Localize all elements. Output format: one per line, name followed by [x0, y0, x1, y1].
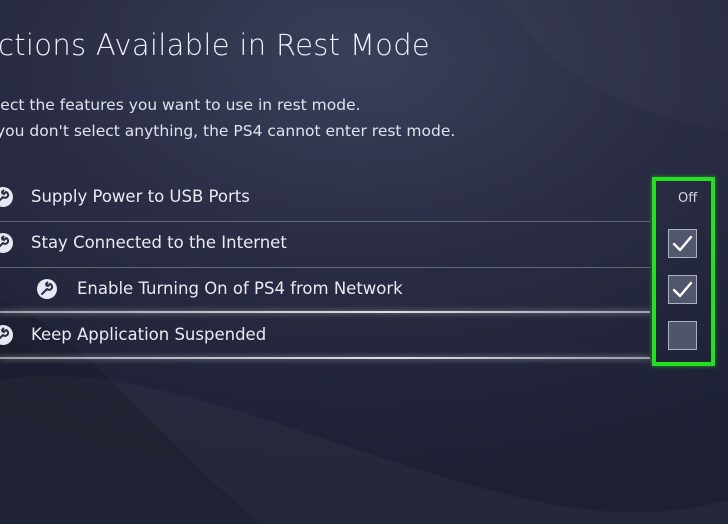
wrench-icon [0, 325, 13, 345]
setting-row-keep-app-suspended[interactable]: Keep Application Suspended [0, 313, 715, 358]
green-highlight-box [652, 177, 715, 366]
setting-row-usb-power[interactable]: Supply Power to USB Ports [0, 175, 715, 220]
page-title: ctions Available in Rest Mode [0, 28, 431, 62]
setting-row-enable-network-wake[interactable]: Enable Turning On of PS4 from Network [0, 267, 715, 312]
description-line-2: you don't select anything, the PS4 canno… [0, 122, 456, 140]
setting-label: Enable Turning On of PS4 from Network [77, 279, 403, 298]
setting-label: Keep Application Suspended [31, 325, 267, 344]
setting-label: Stay Connected to the Internet [31, 233, 287, 252]
setting-label: Supply Power to USB Ports [31, 187, 250, 206]
wrench-icon [0, 187, 13, 207]
setting-row-stay-connected[interactable]: Stay Connected to the Internet [0, 221, 715, 266]
wrench-icon [37, 279, 57, 299]
wrench-icon [0, 233, 13, 253]
description-line-1: lect the features you want to use in res… [0, 96, 361, 114]
